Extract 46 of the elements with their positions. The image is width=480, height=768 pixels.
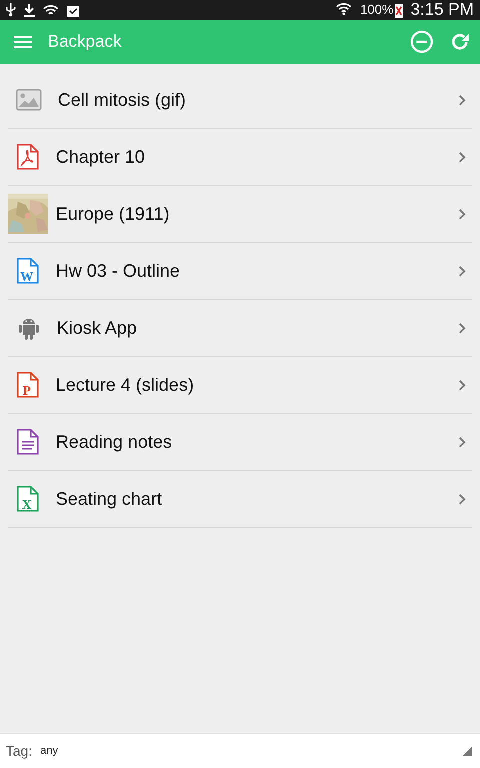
list-item[interactable]: Europe (1911) (8, 186, 472, 243)
status-time: 3:15 PM (410, 0, 474, 22)
item-label: Chapter 10 (56, 146, 146, 169)
list-item[interactable]: Chapter 10 (8, 129, 472, 186)
tag-label: Tag: (6, 742, 32, 761)
item-label: Hw 03 - Outline (56, 260, 182, 282)
list-item[interactable]: P Lecture 4 (slides) (8, 357, 472, 414)
chevron-icon (459, 266, 466, 276)
wifi-icon (336, 2, 352, 18)
wifi-icon (43, 4, 59, 16)
chevron-icon (459, 380, 466, 390)
refresh-button[interactable] (450, 32, 470, 52)
spreadsheet-file-icon: X (16, 486, 40, 512)
battery-percent: 100% (360, 1, 394, 20)
tag-value: any (40, 744, 60, 759)
pdf-file-icon (16, 144, 40, 170)
usb-icon (6, 3, 16, 17)
list-item[interactable]: Kiosk App (8, 300, 472, 357)
chevron-icon (459, 436, 466, 448)
list-item[interactable]: W Hw 03 - Outline (8, 243, 472, 300)
list-item[interactable]: X Seating chart (8, 471, 472, 528)
list-item[interactable]: Reading notes (8, 414, 472, 471)
clipboard-check-icon (67, 4, 80, 16)
app-title: Backpack (48, 31, 123, 54)
item-label: Kiosk App (57, 316, 138, 340)
android-icon (18, 316, 40, 340)
chevron-icon (459, 494, 466, 504)
menu-button[interactable] (14, 36, 32, 48)
item-label: Reading notes (56, 430, 174, 454)
chevron-icon (459, 94, 466, 106)
list-item[interactable]: Cell mitosis (gif) (8, 72, 472, 129)
battery-icon (394, 2, 403, 18)
chevron-icon (459, 152, 466, 162)
item-label: Europe (1911) (56, 202, 171, 226)
item-label: Lecture 4 (slides) (56, 374, 196, 397)
slides-file-icon: P (16, 372, 40, 398)
text-file-icon (16, 429, 40, 455)
item-label: Seating chart (56, 488, 164, 511)
download-icon (24, 4, 35, 16)
chevron-icon (459, 208, 466, 220)
item-label: Cell mitosis (gif) (58, 88, 188, 112)
image-icon (16, 89, 42, 111)
word-file-icon: W (16, 258, 40, 284)
dropdown-corner-icon[interactable] (463, 746, 472, 756)
chevron-icon (459, 322, 466, 334)
remove-button[interactable] (410, 30, 434, 54)
